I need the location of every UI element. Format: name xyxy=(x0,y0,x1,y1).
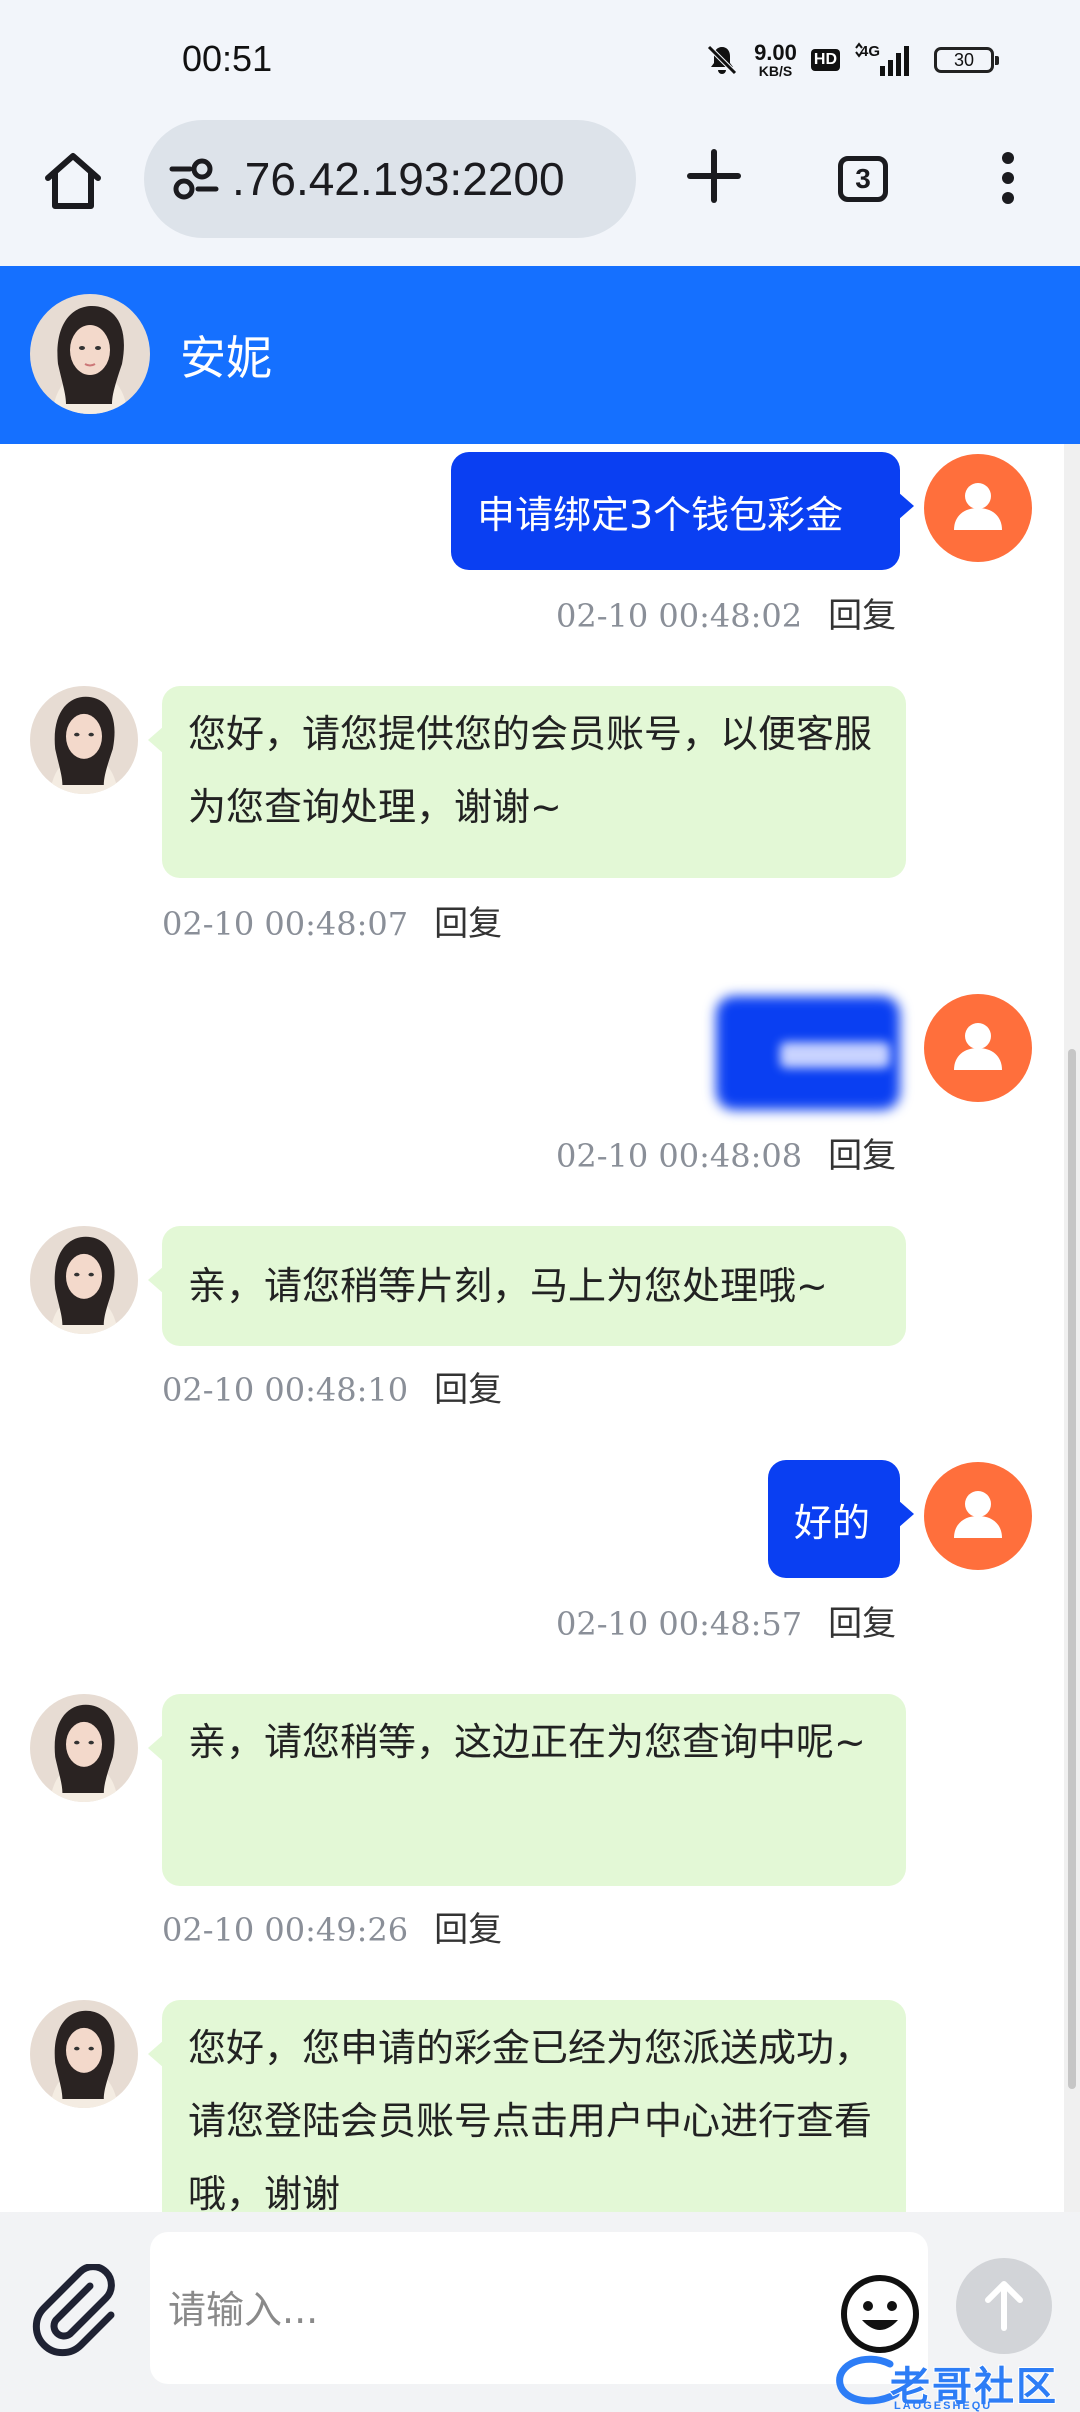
app-screen: 00:51 9.00 KB/S HD 4G 30 .76.42.193:2200… xyxy=(0,0,1080,2412)
message-bubble[interactable]: 亲，请您稍等片刻，马上为您处理哦~ xyxy=(148,1226,906,1346)
attachment-icon[interactable] xyxy=(30,2264,126,2360)
watermark-subtext: LAOGESHEQU xyxy=(894,2400,993,2412)
mute-bell-icon xyxy=(707,45,737,75)
agent-avatar[interactable] xyxy=(30,686,138,794)
scrollbar-thumb[interactable] xyxy=(1068,1049,1076,2089)
clock: 00:51 xyxy=(182,38,273,79)
reply-button[interactable]: 回复 xyxy=(434,1910,502,1950)
contact-name: 安妮 xyxy=(180,331,272,385)
watermark-logo: 老哥社区 LAOGESHEQU xyxy=(830,2350,1080,2412)
timestamp: 02-10 00:49:26 xyxy=(162,1911,409,1949)
message-meta: 02-10 00:48:10 回复 xyxy=(162,1362,502,1411)
reply-button[interactable]: 回复 xyxy=(434,1370,502,1410)
reply-button[interactable]: 回复 xyxy=(828,1604,896,1644)
site-settings-icon[interactable] xyxy=(168,157,220,201)
network-type: 4G xyxy=(860,43,880,60)
message-bubble[interactable]: 申请绑定3个钱包彩金 xyxy=(451,452,914,570)
timestamp: 02-10 00:48:07 xyxy=(162,905,409,943)
user-icon xyxy=(954,1491,1002,1538)
battery-icon: 30 xyxy=(934,47,999,73)
agent-avatar[interactable] xyxy=(30,1226,138,1334)
chat-header: 安妮 xyxy=(0,266,1080,444)
home-icon[interactable] xyxy=(38,146,108,216)
emoji-icon[interactable] xyxy=(838,2272,922,2356)
reply-button[interactable]: 回复 xyxy=(828,1136,896,1176)
reply-button[interactable]: 回复 xyxy=(434,904,502,944)
net-speed-value: 9.00 xyxy=(754,40,797,65)
hd-badge: HD xyxy=(810,49,840,71)
message-bubble[interactable]: 您好，请您提供您的会员账号，以便客服为您查询处理，谢谢~ xyxy=(148,686,906,878)
tabs-icon[interactable]: 3 xyxy=(838,156,888,202)
signal-icon: 4G xyxy=(855,42,909,76)
message-meta: 02-10 00:48:57 回复 xyxy=(556,1596,896,1645)
net-speed: 9.00 KB/S xyxy=(754,40,797,79)
net-speed-unit: KB/S xyxy=(758,63,793,79)
scrollbar[interactable] xyxy=(1064,444,1080,2212)
contact-avatar[interactable] xyxy=(30,294,150,414)
new-tab-icon[interactable] xyxy=(680,142,748,210)
redaction-mark xyxy=(780,1042,890,1068)
user-icon xyxy=(954,483,1002,530)
status-bar: 00:51 9.00 KB/S HD 4G 30 xyxy=(0,0,1080,118)
url-text: .76.42.193:2200 xyxy=(232,153,565,205)
message-meta: 02-10 00:48:07 回复 xyxy=(162,896,502,945)
reply-button[interactable]: 回复 xyxy=(828,596,896,636)
user-avatar[interactable] xyxy=(924,454,1032,562)
status-icons: 9.00 KB/S HD 4G 30 xyxy=(704,38,999,82)
browser-toolbar: .76.42.193:2200 3 xyxy=(0,118,1080,266)
more-menu-icon[interactable] xyxy=(990,148,1026,208)
agent-avatar[interactable] xyxy=(30,1694,138,1802)
message-bubble[interactable]: 您好，您申请的彩金已经为您派送成功，请您登陆会员账号点击用户中心进行查看哦，谢谢 xyxy=(148,2000,906,2212)
message-bubble[interactable]: 亲，请您稍等，这边正在为您查询中呢~ xyxy=(148,1694,906,1886)
message-bubble[interactable]: 好的 xyxy=(768,1460,914,1578)
timestamp: 02-10 00:48:57 xyxy=(556,1605,803,1643)
user-avatar[interactable] xyxy=(924,994,1032,1102)
user-avatar[interactable] xyxy=(924,1462,1032,1570)
user-icon xyxy=(954,1023,1002,1070)
timestamp: 02-10 00:48:02 xyxy=(556,597,803,635)
timestamp: 02-10 00:48:10 xyxy=(162,1371,409,1409)
agent-avatar[interactable] xyxy=(30,2000,138,2108)
send-arrow-icon xyxy=(985,2281,1023,2331)
address-bar[interactable]: .76.42.193:2200 xyxy=(144,120,636,238)
timestamp: 02-10 00:48:08 xyxy=(556,1137,803,1175)
message-input[interactable] xyxy=(166,2272,810,2348)
message-input-container xyxy=(150,2232,928,2384)
message-list[interactable]: 申请绑定3个钱包彩金 02-10 00:48:02 回复 您好，请您提供您的会员… xyxy=(0,444,1080,2212)
message-meta: 02-10 00:48:02 回复 xyxy=(556,588,896,637)
message-meta: 02-10 00:48:08 回复 xyxy=(556,1128,896,1177)
message-meta: 02-10 00:49:26 回复 xyxy=(162,1902,502,1951)
send-button[interactable] xyxy=(956,2258,1052,2354)
